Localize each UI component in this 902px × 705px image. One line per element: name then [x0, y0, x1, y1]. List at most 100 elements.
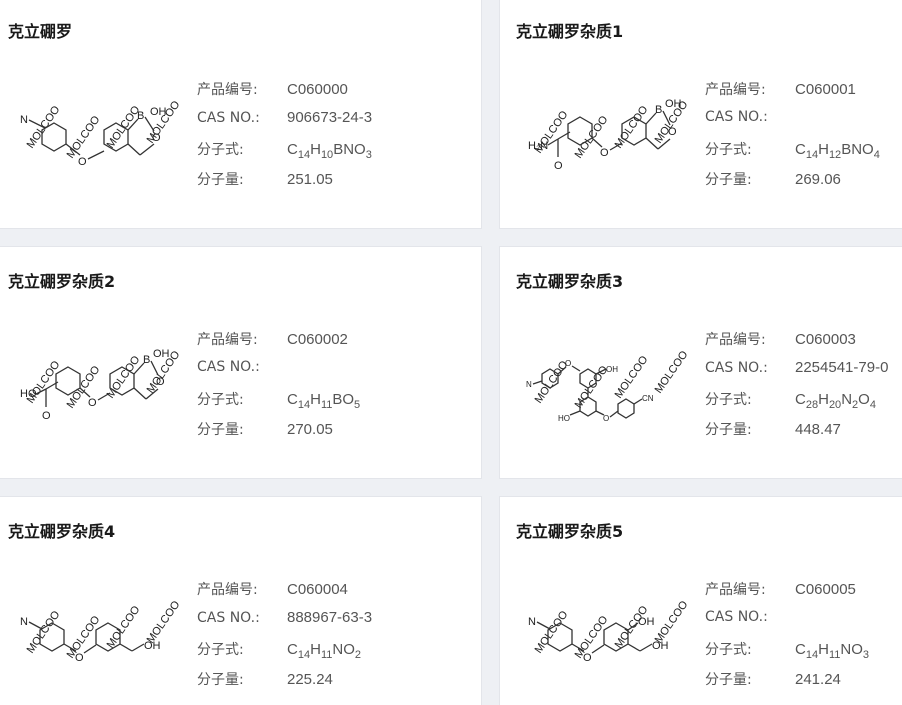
- product-name[interactable]: 克立硼罗: [8, 18, 72, 42]
- cas-row: CAS NO.:: [705, 109, 880, 139]
- formula-subscript: 5: [354, 399, 361, 411]
- mw-row: 分子量: 269.06: [705, 169, 880, 199]
- mw-row: 分子量: 270.05: [197, 419, 360, 449]
- svg-text:O: O: [152, 132, 161, 144]
- product-card[interactable]: 克立硼罗杂质2 MOLCOO MOLCOO MOLCOO MOLCOO HO O…: [0, 246, 482, 479]
- mw-value: 251.05: [287, 171, 333, 188]
- product-no-label: 产品编号:: [705, 332, 766, 348]
- product-no-row: 产品编号: C060001: [705, 79, 880, 109]
- cas-value: 888967-63-3: [287, 609, 373, 626]
- product-info: 产品编号: C060000 CAS NO.: 906673-24-3 分子式: …: [197, 79, 372, 199]
- cas-row: CAS NO.:: [705, 609, 869, 639]
- formula-subscript: 14: [805, 149, 819, 161]
- product-no-row: 产品编号: C060002: [197, 329, 360, 359]
- product-card[interactable]: 克立硼罗 MOLCOO MOLCOO MOLCOO MOLCOO N O B O…: [0, 0, 482, 229]
- mw-label: 分子量:: [197, 672, 244, 688]
- svg-text:N: N: [528, 616, 536, 628]
- product-name[interactable]: 克立硼罗杂质3: [516, 268, 623, 292]
- svg-text:B: B: [655, 104, 662, 116]
- product-info: 产品编号: C060002 CAS NO.: 分子式: C14H11BO5 分子…: [197, 329, 360, 449]
- product-name[interactable]: 克立硼罗杂质1: [516, 18, 623, 42]
- svg-text:OH: OH: [606, 365, 618, 374]
- product-card[interactable]: 克立硼罗杂质1 MOLCOO MOLCOO MOLCOO MOLCOO H₂N …: [499, 0, 902, 229]
- formula-label: 分子式:: [197, 142, 244, 158]
- cas-row: CAS NO.: 888967-63-3: [197, 609, 372, 639]
- formula-subscript: 14: [805, 649, 819, 661]
- product-info: 产品编号: C060001 CAS NO.: 分子式: C14H12BNO4 分…: [705, 79, 880, 199]
- product-no-label: 产品编号:: [197, 82, 258, 98]
- svg-text:OH: OH: [638, 616, 655, 628]
- mw-label: 分子量:: [705, 422, 752, 438]
- svg-text:O: O: [88, 397, 97, 409]
- svg-text:OH: OH: [665, 98, 682, 110]
- product-no-value: C060001: [795, 81, 856, 98]
- formula-subscript: 14: [297, 399, 311, 411]
- formula-subscript: 20: [828, 399, 842, 411]
- formula-row: 分子式: C14H12BNO4: [705, 139, 880, 169]
- cas-label: CAS NO.:: [705, 109, 768, 125]
- product-card[interactable]: 克立硼罗杂质4 MOLCOO MOLCOO MOLCOO MOLCOO N O …: [0, 496, 482, 705]
- product-name[interactable]: 克立硼罗杂质5: [516, 518, 623, 542]
- cas-label: CAS NO.:: [197, 359, 260, 375]
- product-no-value: C060002: [287, 331, 348, 348]
- svg-text:O: O: [156, 376, 165, 388]
- product-card[interactable]: 克立硼罗杂质5 MOLCOO MOLCOO MOLCOO MOLCOO N O …: [499, 496, 902, 705]
- mw-value: 225.24: [287, 671, 333, 688]
- svg-text:N: N: [20, 114, 28, 126]
- formula-label: 分子式:: [705, 392, 752, 408]
- cas-value: 2254541-79-0: [795, 359, 889, 376]
- svg-text:MOLCOO: MOLCOO: [573, 613, 611, 660]
- mw-row: 分子量: 225.24: [197, 669, 372, 699]
- cas-label: CAS NO.:: [197, 110, 260, 126]
- product-name[interactable]: 克立硼罗杂质2: [8, 268, 115, 292]
- formula-value: C14H12BNO4: [795, 141, 880, 161]
- formula-subscript: 4: [869, 399, 876, 411]
- svg-text:MOLCOO: MOLCOO: [65, 113, 103, 160]
- product-no-row: 产品编号: C060003: [705, 329, 888, 359]
- svg-text:B: B: [137, 110, 144, 122]
- svg-text:O: O: [583, 652, 592, 664]
- dimer-impurity-structure-icon[interactable]: MOLCOO MOLCOO MOLCOO MOLCOO N O OH HO O …: [520, 339, 700, 439]
- acid-impurity-structure-icon[interactable]: MOLCOO MOLCOO MOLCOO MOLCOO HO O O B OH …: [12, 339, 192, 439]
- mw-row: 分子量: 251.05: [197, 169, 372, 199]
- product-name[interactable]: 克立硼罗杂质4: [8, 518, 115, 542]
- svg-text:H₂N: H₂N: [528, 140, 548, 152]
- product-info: 产品编号: C060005 CAS NO.: 分子式: C14H11NO3 分子…: [705, 579, 869, 699]
- mw-row: 分子量: 241.24: [705, 669, 869, 699]
- svg-text:OH: OH: [144, 640, 161, 652]
- svg-text:O: O: [668, 126, 677, 138]
- formula-subscript: 12: [828, 149, 842, 161]
- amide-impurity-structure-icon[interactable]: MOLCOO MOLCOO MOLCOO MOLCOO H₂N O O B OH…: [520, 89, 700, 189]
- formula-subscript: 28: [805, 399, 819, 411]
- product-no-label: 产品编号:: [705, 582, 766, 598]
- product-no-row: 产品编号: C060004: [197, 579, 372, 609]
- svg-text:HO: HO: [558, 414, 570, 423]
- formula-subscript: 14: [297, 649, 311, 661]
- formula-value: C14H11BO5: [287, 391, 361, 411]
- formula-subscript: 3: [862, 649, 869, 661]
- product-card[interactable]: 克立硼罗杂质3 MOLCOO MOLCOO MOLCOO MOLCOO N O …: [499, 246, 902, 479]
- product-no-value: C060005: [795, 581, 856, 598]
- phenol-impurity-structure-icon[interactable]: MOLCOO MOLCOO MOLCOO MOLCOO N O OH OH: [520, 589, 700, 689]
- svg-text:MOLCOO: MOLCOO: [653, 598, 691, 645]
- svg-text:O: O: [603, 414, 609, 423]
- formula-subscript: 2: [852, 399, 859, 411]
- mw-value: 270.05: [287, 421, 333, 438]
- cas-label: CAS NO.:: [705, 360, 768, 376]
- svg-text:HO: HO: [20, 388, 37, 400]
- svg-text:O: O: [554, 160, 563, 172]
- formula-subscript: 10: [320, 149, 334, 161]
- svg-text:O: O: [78, 156, 87, 168]
- svg-text:CN: CN: [642, 394, 654, 403]
- formula-row: 分子式: C14H10BNO3: [197, 139, 372, 169]
- formula-subscript: 3: [365, 149, 372, 161]
- svg-text:MOLCOO: MOLCOO: [65, 363, 103, 410]
- svg-text:MOLCOO: MOLCOO: [65, 613, 103, 660]
- crisaborole-structure-icon[interactable]: MOLCOO MOLCOO MOLCOO MOLCOO N O B OH O: [12, 89, 192, 189]
- mw-value: 269.06: [795, 171, 841, 188]
- cas-row: CAS NO.: 2254541-79-0: [705, 359, 888, 389]
- cas-row: CAS NO.:: [197, 359, 360, 389]
- alcohol-impurity-structure-icon[interactable]: MOLCOO MOLCOO MOLCOO MOLCOO N O OH: [12, 589, 192, 689]
- formula-row: 分子式: C14H11NO2: [197, 639, 372, 669]
- svg-text:O: O: [75, 652, 84, 664]
